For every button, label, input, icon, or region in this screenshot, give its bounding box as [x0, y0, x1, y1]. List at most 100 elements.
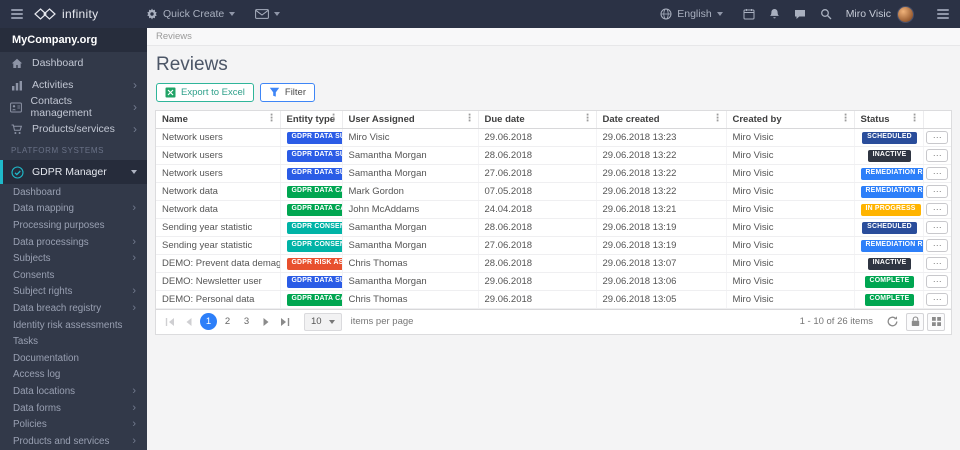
- row-actions-button[interactable]: ···: [926, 238, 949, 252]
- sidebar-item-gdpr-manager[interactable]: GDPR Manager: [0, 160, 147, 184]
- sidebar-subitem-label: Data processings: [13, 236, 89, 248]
- page-button-2[interactable]: 2: [219, 313, 236, 330]
- sidebar-subitem-data-mapping[interactable]: Data mapping ›: [0, 201, 147, 218]
- export-grid-icon[interactable]: [927, 312, 945, 331]
- row-actions-button[interactable]: ···: [926, 184, 949, 198]
- row-actions-button[interactable]: ···: [926, 292, 949, 306]
- column-menu-icon[interactable]: ⋮: [583, 113, 593, 124]
- last-page-button[interactable]: [277, 314, 293, 330]
- menu-icon[interactable]: [0, 9, 34, 19]
- next-page-button[interactable]: [258, 314, 274, 330]
- sidebar-subitem-access-log[interactable]: Access log: [0, 367, 147, 384]
- column-header-created-by[interactable]: Created by ⋮: [726, 111, 855, 129]
- column-header-entity-type[interactable]: Entity type ⋮: [280, 111, 343, 129]
- user-menu[interactable]: Miro Visic: [846, 5, 914, 23]
- brand[interactable]: infinity: [34, 7, 146, 21]
- row-actions-button[interactable]: ···: [926, 130, 949, 144]
- cell-entity-type: GDPR CONSENT ...: [280, 218, 343, 237]
- sidebar-subitem-data-forms[interactable]: Data forms ›: [0, 400, 147, 417]
- cell-name: Network users: [156, 164, 281, 183]
- sidebar-item-products-services[interactable]: Products/services ›: [0, 118, 147, 140]
- sidebar-item-contacts-management[interactable]: Contacts management ›: [0, 95, 147, 119]
- column-menu-icon[interactable]: ⋮: [465, 113, 475, 124]
- cell-actions: ···: [923, 128, 951, 147]
- column-menu-icon[interactable]: ⋮: [329, 113, 339, 124]
- table-row[interactable]: Network usersGDPR DATA SUBJ...Miro Visic…: [156, 128, 951, 147]
- entity-type-badge: GDPR RISK ASSE...: [286, 257, 341, 270]
- first-page-button[interactable]: [162, 314, 178, 330]
- sidebar-subitem-identity-risk-assessments[interactable]: Identity risk assessments: [0, 317, 147, 334]
- sidebar-subitem-policies[interactable]: Policies ›: [0, 416, 147, 433]
- column-menu-icon[interactable]: ⋮: [910, 113, 920, 124]
- chevron-down-icon: [229, 12, 236, 16]
- cell-user-assigned: John McAddams: [342, 200, 479, 219]
- sidebar-subitem-label: Products and services: [13, 435, 110, 447]
- org-name: MyCompany.org: [0, 28, 147, 52]
- page-button-3[interactable]: 3: [238, 313, 255, 330]
- calendar-icon[interactable]: [743, 8, 755, 20]
- column-header-label: Status: [860, 113, 890, 125]
- breadcrumb-link[interactable]: Reviews: [156, 31, 192, 42]
- page-size-select[interactable]: 10: [304, 312, 342, 331]
- sidebar-subitem-products-and-services[interactable]: Products and services ›: [0, 433, 147, 450]
- reviews-grid: Name ⋮ Entity type ⋮ User Assigned ⋮ Due date ⋮…: [155, 110, 952, 335]
- table-row[interactable]: DEMO: Personal data GDPR DATA CATE...Chri…: [156, 290, 951, 309]
- column-menu-icon[interactable]: ⋮: [841, 113, 851, 124]
- chat-icon[interactable]: [794, 9, 806, 20]
- cell-date-created: 29.06.2018 13:06: [596, 272, 727, 291]
- toolbar: Export to Excel Filter: [156, 83, 951, 102]
- row-actions-button[interactable]: ···: [926, 166, 949, 180]
- prev-page-button[interactable]: [181, 314, 197, 330]
- sidebar-subitem-processing-purposes[interactable]: Processing purposes: [0, 217, 147, 234]
- filter-button[interactable]: Filter: [259, 83, 316, 102]
- sidebar-item-activities[interactable]: Activities ›: [0, 74, 147, 96]
- table-row[interactable]: Sending year statistic GDPR CONSENT ...Sa…: [156, 218, 951, 237]
- row-actions-button[interactable]: ···: [926, 202, 949, 216]
- table-row[interactable]: DEMO: Newsletter user GDPR DATA SUBJ...Sa…: [156, 272, 951, 291]
- sidebar-subitem-data-breach-registry[interactable]: Data breach registry ›: [0, 300, 147, 317]
- sidebar-subitem-consents[interactable]: Consents: [0, 267, 147, 284]
- sidebar-subitem-tasks[interactable]: Tasks: [0, 333, 147, 350]
- lock-icon[interactable]: [906, 312, 924, 331]
- chevron-right-icon: ›: [133, 78, 137, 92]
- table-row[interactable]: DEMO: Prevent data demage GDPR RISK ASSE.…: [156, 254, 951, 273]
- table-row[interactable]: Network users GDPR DATA SUBJ...Samantha M…: [156, 146, 951, 165]
- table-row[interactable]: Network data GDPR DATA CATE...John McAdda…: [156, 200, 951, 219]
- search-icon[interactable]: [820, 8, 832, 20]
- export-to-excel-button[interactable]: Export to Excel: [156, 83, 254, 102]
- cell-due-date: 29.06.2018: [478, 290, 597, 309]
- table-row[interactable]: Sending year statistic GDPR CONSENT ...Sa…: [156, 236, 951, 255]
- table-row[interactable]: Network data GDPR DATA CATE...Mark Gordon…: [156, 182, 951, 201]
- column-header-status[interactable]: Status ⋮: [854, 111, 924, 129]
- language-menu[interactable]: English: [660, 8, 723, 20]
- quick-create-menu[interactable]: Quick Create: [146, 8, 236, 20]
- bell-icon[interactable]: [769, 8, 780, 20]
- refresh-icon[interactable]: [886, 315, 899, 328]
- sidebar-item-dashboard[interactable]: Dashboard: [0, 52, 147, 74]
- sidebar-main-items: Dashboard Activities › Contacts management ›…: [0, 52, 147, 140]
- cell-created-by: Miro Visic: [726, 200, 855, 219]
- table-row[interactable]: Network users GDPR DATA SUBJ...Samantha M…: [156, 164, 951, 183]
- sidebar-subitem-documentation[interactable]: Documentation: [0, 350, 147, 367]
- row-actions-button[interactable]: ···: [926, 148, 949, 162]
- messages-menu[interactable]: [255, 9, 281, 19]
- column-menu-icon[interactable]: ⋮: [713, 113, 723, 124]
- cell-actions: ···: [923, 146, 951, 165]
- sidebar-subitem-data-locations[interactable]: Data locations ›: [0, 383, 147, 400]
- row-actions-button[interactable]: ···: [926, 274, 949, 288]
- sidebar-subitem-dashboard[interactable]: Dashboard: [0, 184, 147, 201]
- column-header-name[interactable]: Name ⋮: [156, 111, 281, 129]
- column-header-user-assigned[interactable]: User Assigned ⋮: [342, 111, 479, 129]
- row-actions-button[interactable]: ···: [926, 256, 949, 270]
- column-header-due-date[interactable]: Due date ⋮: [478, 111, 597, 129]
- sidebar-subitem-data-processings[interactable]: Data processings ›: [0, 234, 147, 251]
- chevron-down-icon: [274, 12, 281, 16]
- sidebar-subitem-subjects[interactable]: Subjects ›: [0, 250, 147, 267]
- settings-menu-icon[interactable]: [926, 9, 960, 19]
- column-menu-icon[interactable]: ⋮: [267, 113, 277, 124]
- cell-user-assigned: Samantha Morgan: [342, 218, 479, 237]
- page-button-1[interactable]: 1: [200, 313, 217, 330]
- row-actions-button[interactable]: ···: [926, 220, 949, 234]
- column-header-date-created[interactable]: Date created ⋮: [596, 111, 727, 129]
- sidebar-subitem-subject-rights[interactable]: Subject rights ›: [0, 284, 147, 301]
